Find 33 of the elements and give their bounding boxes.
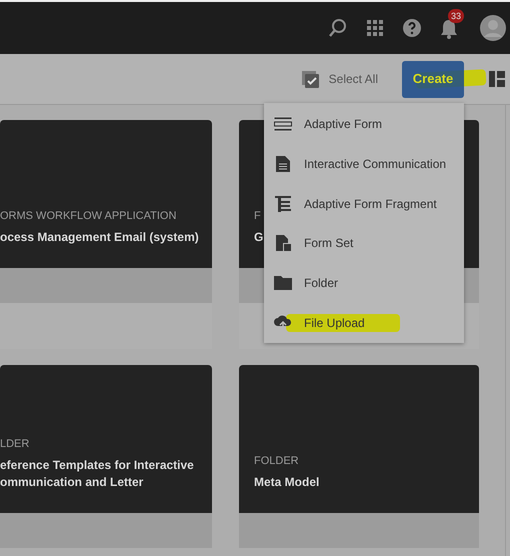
card-title: eference Templates for Interactive: [0, 457, 194, 474]
card-title: Meta Model: [254, 474, 320, 491]
notification-badge: 33: [448, 9, 464, 23]
avatar-icon[interactable]: [480, 15, 506, 41]
card-type-label: LDER: [0, 437, 30, 451]
folder-card[interactable]: ORMS WORKFLOW APPLICATION ocess Management Email (system): [0, 120, 212, 268]
bell-icon[interactable]: [440, 19, 458, 39]
create-button[interactable]: Create: [402, 60, 464, 98]
fragment-icon: [275, 196, 291, 212]
form-lines-icon: [274, 116, 292, 131]
card-title: ommunication and Letter: [0, 474, 144, 491]
menu-item[interactable]: Adaptive Form: [264, 104, 464, 144]
apps-grid-icon[interactable]: [366, 19, 384, 37]
card-title: ocess Management Email (system): [0, 229, 199, 246]
menu-item[interactable]: Form Set: [264, 223, 464, 264]
menu-item[interactable]: Folder: [264, 263, 464, 304]
card-type-label: FOLDER: [254, 454, 299, 468]
menu-item[interactable]: Adaptive Form Fragment: [264, 184, 464, 224]
folder-icon: [274, 276, 292, 290]
search-icon[interactable]: [328, 18, 348, 38]
folder-card[interactable]: FOLDER Meta Model: [239, 365, 479, 513]
select-all-label[interactable]: Select All: [328, 70, 378, 88]
grid-view-icon[interactable]: [489, 71, 505, 87]
card-type-label: ORMS WORKFLOW APPLICATION: [0, 209, 176, 223]
help-icon[interactable]: [402, 18, 422, 38]
card-title: G: [254, 229, 264, 246]
folder-card[interactable]: LDER eference Templates for Interactive ommunication and Letter: [0, 365, 212, 513]
document-icon: [276, 156, 290, 172]
select-all-checkbox-icon[interactable]: [302, 70, 319, 88]
card-type-label: F: [254, 209, 261, 223]
form-set-icon: [276, 235, 290, 252]
menu-item[interactable]: Interactive Communication: [264, 144, 464, 184]
menu-item[interactable]: File Upload: [264, 303, 464, 343]
